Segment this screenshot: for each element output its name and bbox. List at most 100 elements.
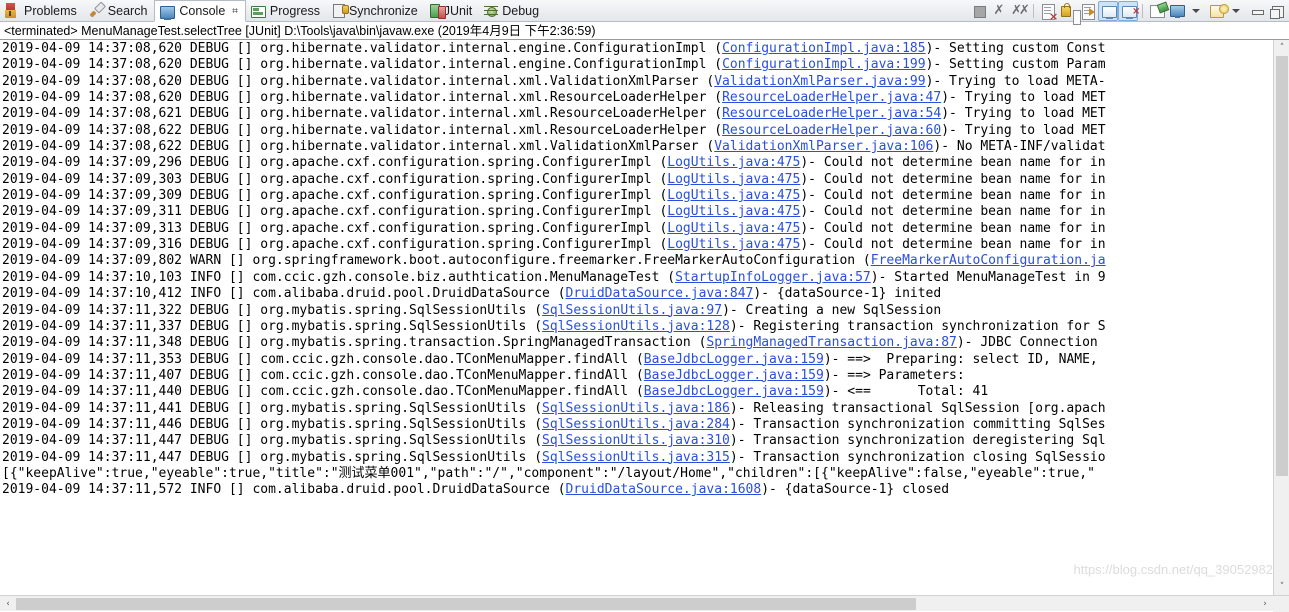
console-line-text: 2019-04-09 14:37:08,622 DEBUG [] org.hib… — [2, 139, 715, 155]
scroll-left-icon[interactable]: ‹ — [0, 596, 16, 612]
minimize-button[interactable] — [1247, 1, 1267, 21]
console-line-message: )- ==> Parameters: — [823, 367, 965, 383]
console-line: 2019-04-09 14:37:10,412 INFO [] com.alib… — [0, 286, 1273, 302]
console-line-message: )- Trying to load META- — [925, 73, 1106, 89]
source-link[interactable]: LogUtils.java:475 — [667, 172, 800, 187]
console-line-text: 2019-04-09 14:37:08,620 DEBUG [] org.hib… — [2, 90, 723, 106]
view-tab-bar: Problems Search Console ⌗ Progress Synch… — [0, 0, 1289, 25]
console-line-message: )- Started MenuManageTest in 9 — [870, 269, 1106, 285]
horizontal-scrollbar-thumb[interactable] — [16, 598, 916, 610]
console-line-text: 2019-04-09 14:37:11,572 INFO [] com.alib… — [2, 482, 566, 498]
source-link[interactable]: DruidDataSource.java:1608 — [566, 482, 762, 497]
source-link[interactable]: ResourceLoaderHelper.java:54 — [722, 106, 941, 121]
console-line-message: )- <== Total: 41 — [823, 384, 989, 400]
scroll-lock-button[interactable] — [1058, 1, 1081, 25]
terminate-button[interactable] — [969, 1, 989, 21]
scroll-right-icon[interactable]: › — [1257, 596, 1273, 612]
tab-console[interactable]: Console ⌗ — [154, 0, 246, 22]
console-line-text: 2019-04-09 14:37:11,337 DEBUG [] org.myb… — [2, 318, 543, 334]
tab-synchronize[interactable]: Synchronize — [327, 0, 425, 21]
source-link[interactable]: LogUtils.java:475 — [667, 221, 800, 236]
console-line-message: )- {dataSource-1} inited — [753, 286, 942, 302]
tab-search[interactable]: Search — [84, 0, 155, 21]
show-console-on-error-button[interactable] — [1118, 1, 1140, 21]
source-link[interactable]: LogUtils.java:475 — [667, 237, 800, 252]
tab-debug-label: Debug — [502, 3, 540, 18]
clear-console-button[interactable] — [1038, 1, 1058, 23]
console-line-text: 2019-04-09 14:37:10,412 INFO [] com.alib… — [2, 286, 566, 302]
source-link[interactable]: ConfigurationImpl.java:185 — [722, 41, 926, 56]
source-link[interactable]: StartupInfoLogger.java:57 — [675, 270, 871, 285]
junit-icon — [429, 4, 446, 19]
console-line-message: )- Setting custom Param — [925, 57, 1106, 73]
console-line-text: 2019-04-09 14:37:09,303 DEBUG [] org.apa… — [2, 171, 668, 187]
console-line: 2019-04-09 14:37:11,322 DEBUG [] org.myb… — [0, 303, 1273, 319]
remove-launch-button[interactable]: ✗ — [989, 1, 1009, 21]
toolbar-separator — [1033, 4, 1034, 18]
eclipse-console-view: Problems Search Console ⌗ Progress Synch… — [0, 0, 1289, 612]
show-console-on-output-button[interactable] — [1098, 1, 1118, 21]
tab-junit[interactable]: JUnit — [425, 0, 479, 21]
horizontal-scrollbar[interactable]: ‹ › — [0, 595, 1289, 612]
console-line-text: [{"keepAlive":true,"eyeable":true,"title… — [2, 465, 1095, 481]
source-link[interactable]: ValidationXmlParser.java:99 — [714, 74, 925, 89]
scrollbar-corner — [1273, 596, 1289, 612]
source-link[interactable]: BaseJdbcLogger.java:159 — [644, 368, 824, 383]
scroll-up-icon[interactable]: ˄ — [1274, 40, 1289, 56]
tab-problems[interactable]: Problems — [0, 0, 84, 21]
console-line-text: 2019-04-09 14:37:09,802 WARN [] org.spri… — [2, 253, 871, 269]
source-link[interactable]: LogUtils.java:475 — [667, 188, 800, 203]
source-link[interactable]: ResourceLoaderHelper.java:60 — [722, 123, 941, 138]
source-link[interactable]: SqlSessionUtils.java:315 — [542, 450, 730, 465]
console-line: 2019-04-09 14:37:11,447 DEBUG [] org.myb… — [0, 450, 1273, 466]
source-link[interactable]: ValidationXmlParser.java:106 — [714, 139, 933, 154]
source-link[interactable]: SqlSessionUtils.java:186 — [542, 401, 730, 416]
word-wrap-button[interactable] — [1078, 1, 1098, 21]
source-link[interactable]: LogUtils.java:475 — [667, 204, 800, 219]
scroll-down-icon[interactable]: ˅ — [1274, 579, 1289, 595]
source-link[interactable]: LogUtils.java:475 — [667, 155, 800, 170]
console-line: 2019-04-09 14:37:09,303 DEBUG [] org.apa… — [0, 172, 1273, 188]
vertical-scrollbar[interactable]: ˄ ˅ — [1273, 40, 1289, 595]
console-line-message: )- Could not determine bean name for in — [800, 237, 1106, 253]
console-line-message: )- Trying to load MET — [941, 90, 1106, 106]
console-line-text: 2019-04-09 14:37:11,441 DEBUG [] org.myb… — [2, 400, 543, 416]
source-link[interactable]: ResourceLoaderHelper.java:47 — [722, 90, 941, 105]
source-link[interactable]: SqlSessionUtils.java:128 — [542, 319, 730, 334]
tab-junit-label: JUnit — [443, 3, 473, 18]
maximize-button[interactable] — [1267, 1, 1287, 21]
console-line-message: )- {dataSource-1} closed — [761, 482, 950, 498]
display-selected-console-menu[interactable] — [1187, 1, 1207, 21]
source-link[interactable]: BaseJdbcLogger.java:159 — [644, 384, 824, 399]
source-link[interactable]: BaseJdbcLogger.java:159 — [644, 352, 824, 367]
console-line-text: 2019-04-09 14:37:09,311 DEBUG [] org.apa… — [2, 204, 668, 220]
source-link[interactable]: ConfigurationImpl.java:199 — [722, 57, 926, 72]
display-selected-console-button[interactable] — [1167, 1, 1187, 21]
source-link[interactable]: SqlSessionUtils.java:284 — [542, 417, 730, 432]
console-line-text: 2019-04-09 14:37:11,440 DEBUG [] com.cci… — [2, 384, 644, 400]
pin-console-button[interactable] — [1147, 1, 1167, 21]
console-line-message: )- Transaction synchronization closing S… — [729, 449, 1106, 465]
source-link[interactable]: SqlSessionUtils.java:97 — [542, 303, 722, 318]
source-link[interactable]: FreeMarkerAutoConfiguration.ja — [871, 253, 1106, 268]
console-line: [{"keepAlive":true,"eyeable":true,"title… — [0, 466, 1273, 482]
open-console-button[interactable] — [1207, 1, 1229, 21]
console-line-text: 2019-04-09 14:37:09,296 DEBUG [] org.apa… — [2, 155, 668, 171]
remove-all-terminated-button[interactable]: ✗✗ — [1009, 1, 1030, 21]
source-link[interactable]: SpringManagedTransaction.java:87 — [706, 335, 956, 350]
tab-progress[interactable]: Progress — [246, 0, 327, 21]
tab-debug[interactable]: Debug — [479, 0, 546, 21]
close-icon[interactable]: ⌗ — [232, 6, 238, 17]
source-link[interactable]: DruidDataSource.java:847 — [566, 286, 754, 301]
tab-search-label: Search — [107, 3, 148, 18]
open-console-menu[interactable] — [1227, 1, 1247, 21]
console-line-text: 2019-04-09 14:37:08,620 DEBUG [] org.hib… — [2, 57, 723, 73]
tab-synchronize-label: Synchronize — [348, 3, 418, 18]
console-line: 2019-04-09 14:37:08,620 DEBUG [] org.hib… — [0, 90, 1273, 106]
source-link[interactable]: SqlSessionUtils.java:310 — [542, 433, 730, 448]
vertical-scrollbar-thumb[interactable] — [1276, 56, 1288, 476]
console-line: 2019-04-09 14:37:08,620 DEBUG [] org.hib… — [0, 41, 1273, 57]
console-output[interactable]: 2019-04-09 14:37:08,620 DEBUG [] org.hib… — [0, 40, 1273, 595]
console-line-text: 2019-04-09 14:37:11,446 DEBUG [] org.myb… — [2, 416, 543, 432]
tab-progress-label: Progress — [269, 3, 320, 18]
